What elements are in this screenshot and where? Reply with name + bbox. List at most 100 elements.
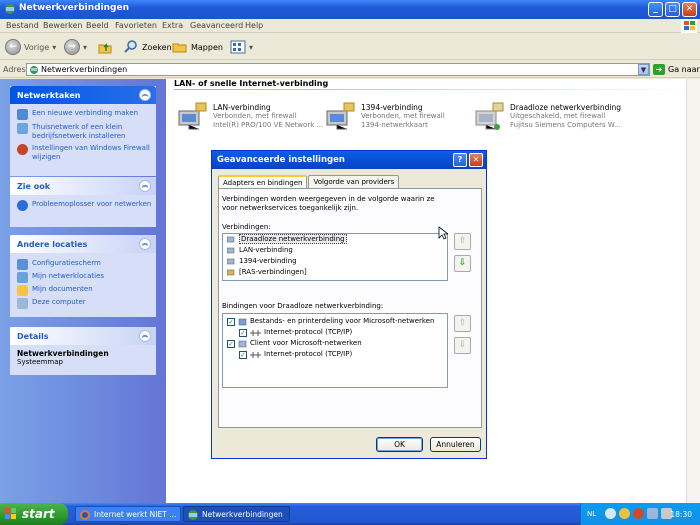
clock[interactable]: 18:30 [670,510,692,519]
forward-button[interactable]: → ▾ [64,38,87,56]
binding-checkbox[interactable]: ✓ [227,340,235,348]
address-dropdown-button[interactable]: ▼ [638,64,649,75]
binding-checkbox[interactable]: ✓ [227,318,235,326]
binding-item[interactable]: ✓ Client voor Microsoft-netwerken [223,338,447,349]
task-troubleshooter[interactable]: Probleemoplosser voor netwerken [10,200,156,211]
binding-item[interactable]: ✓ Internet-protocol (TCP/IP) [223,327,447,338]
back-label: Vorige [24,42,50,52]
binding-checkbox[interactable]: ✓ [239,329,247,337]
back-button[interactable]: ← Vorige ▾ [5,38,56,56]
binding-checkbox[interactable]: ✓ [239,351,247,359]
connection-1394[interactable]: 1394-verbinding Verbonden, met firewall … [324,101,474,133]
connection-icon [227,258,235,265]
menu-help[interactable]: Help [245,21,263,30]
cancel-button[interactable]: Annuleren [430,437,481,452]
taskbar-item-browser[interactable]: Internet werkt NIET ... [75,506,181,522]
close-button[interactable]: ✕ [682,2,697,17]
dialog-title-bar[interactable]: Geavanceerde instellingen ? ✕ [212,151,486,169]
up-button[interactable] [97,38,113,56]
binding-label: Bestands- en printerdeling voor Microsof… [250,317,435,325]
task-home-network[interactable]: Thuisnetwerk of een klein bedrijfsnetwer… [10,123,156,141]
binding-up-button[interactable]: ⇧ [454,315,471,332]
language-indicator[interactable]: NL [587,510,596,518]
menu-beeld[interactable]: Beeld [86,21,109,30]
tab-provider-order[interactable]: Volgorde van providers [308,175,400,188]
details-type: Systeemmap [17,358,63,366]
move-down-button[interactable]: ⇩ [454,255,471,272]
connection-wireless[interactable]: Draadloze netwerkverbinding Uitgeschakel… [473,101,623,133]
address-label: Adres [3,65,26,74]
go-button[interactable]: Ga naar [668,65,700,74]
binding-down-button[interactable]: ⇩ [454,337,471,354]
bindings-list[interactable]: ✓ Bestands- en printerdeling voor Microso… [222,313,448,388]
panel-header[interactable]: Details ︽ [10,327,156,345]
taskbar-item-network-connections[interactable]: Netwerkverbindingen [183,506,290,522]
menu-bestand[interactable]: Bestand [6,21,39,30]
menu-geavanceerd[interactable]: Geavanceerd [190,21,243,30]
security-shield-icon[interactable] [619,508,630,519]
connection-device: Intel(R) PRO/100 VE Network ... [213,121,323,129]
firewall-icon [17,144,28,155]
menu-extra[interactable]: Extra [162,21,183,30]
collapse-chevron-icon[interactable]: ︽ [139,89,151,101]
panel-title: Zie ook [17,182,51,191]
client-icon [238,340,247,348]
address-input[interactable]: Netwerkverbindingen [26,63,650,76]
connections-list[interactable]: Draadloze netwerkverbinding LAN-verbindi… [222,233,448,281]
section-divider [174,89,694,90]
connection-lan[interactable]: LAN-verbinding Verbonden, met firewall I… [176,101,326,133]
title-bar[interactable]: Netwerkverbindingen _ □ ✕ [0,0,700,19]
network-tray-icon[interactable] [647,508,658,519]
dialog-close-button[interactable]: ✕ [469,153,483,167]
binding-label: Internet-protocol (TCP/IP) [264,328,353,336]
folder-up-icon [98,43,112,54]
place-network-places[interactable]: Mijn netwerklocaties [10,272,156,283]
vertical-scrollbar[interactable] [686,79,700,503]
go-arrow-icon[interactable]: ➔ [653,64,665,75]
connection-device: 1394-netwerkkaart [361,121,428,129]
help-button[interactable]: ? [453,153,467,167]
list-item[interactable]: 1394-verbinding [223,256,447,267]
start-button[interactable]: start [0,503,68,525]
collapse-chevron-icon[interactable]: ︽ [139,330,151,342]
task-firewall-settings[interactable]: Instellingen van Windows Firewall wijzig… [10,144,156,162]
tab-adapters-bindings[interactable]: Adapters en bindingen [218,175,308,189]
collapse-chevron-icon[interactable]: ︽ [139,238,151,250]
place-my-documents[interactable]: Mijn documenten [10,285,156,296]
list-item[interactable]: Draadloze netwerkverbinding [223,234,447,245]
folders-button[interactable]: Mappen [172,38,223,56]
task-label: Instellingen van Windows Firewall wijzig… [32,144,150,161]
list-item[interactable]: [RAS-verbindingen] [223,267,447,278]
views-button[interactable]: ▾ [230,38,253,56]
panel-header[interactable]: Netwerktaken ︽ [10,86,156,104]
minimize-button[interactable]: _ [648,2,663,17]
panel-header[interactable]: Zie ook ︽ [10,177,156,195]
place-control-panel[interactable]: Configuratiescherm [10,259,156,270]
collapse-tray-icon[interactable] [605,508,616,519]
place-label: Mijn netwerklocaties [32,272,105,280]
task-new-connection[interactable]: Een nieuwe verbinding maken [10,109,156,120]
binding-item[interactable]: ✓ Internet-protocol (TCP/IP) [223,349,447,360]
connection-icon [227,247,235,254]
menu-favorieten[interactable]: Favorieten [115,21,157,30]
control-panel-icon [17,259,28,270]
panel-header[interactable]: Andere locaties ︽ [10,235,156,253]
collapse-chevron-icon[interactable]: ︽ [139,180,151,192]
ras-connection-icon [227,269,235,276]
move-up-button[interactable]: ⇧ [454,233,471,250]
place-label: Configuratiescherm [32,259,101,267]
search-button[interactable]: Zoeken [123,38,172,56]
list-item[interactable]: LAN-verbinding [223,245,447,256]
panel-details: Details ︽ Netwerkverbindingen Systeemmap [10,327,156,375]
place-my-computer[interactable]: Deze computer [10,298,156,309]
binding-item[interactable]: ✓ Bestands- en printerdeling voor Microso… [223,316,447,327]
dropdown-arrow-icon: ▾ [52,42,57,52]
firewall-tray-icon[interactable] [633,508,644,519]
place-label: Mijn documenten [32,285,93,293]
panel-see-also: Zie ook ︽ Probleemoplosser voor netwerke… [10,177,156,227]
folders-icon [172,43,187,53]
maximize-button[interactable]: □ [665,2,680,17]
ok-button[interactable]: OK [376,437,423,452]
bindings-label: Bindingen voor Draadloze netwerkverbindi… [222,302,384,310]
menu-bewerken[interactable]: Bewerken [43,21,83,30]
